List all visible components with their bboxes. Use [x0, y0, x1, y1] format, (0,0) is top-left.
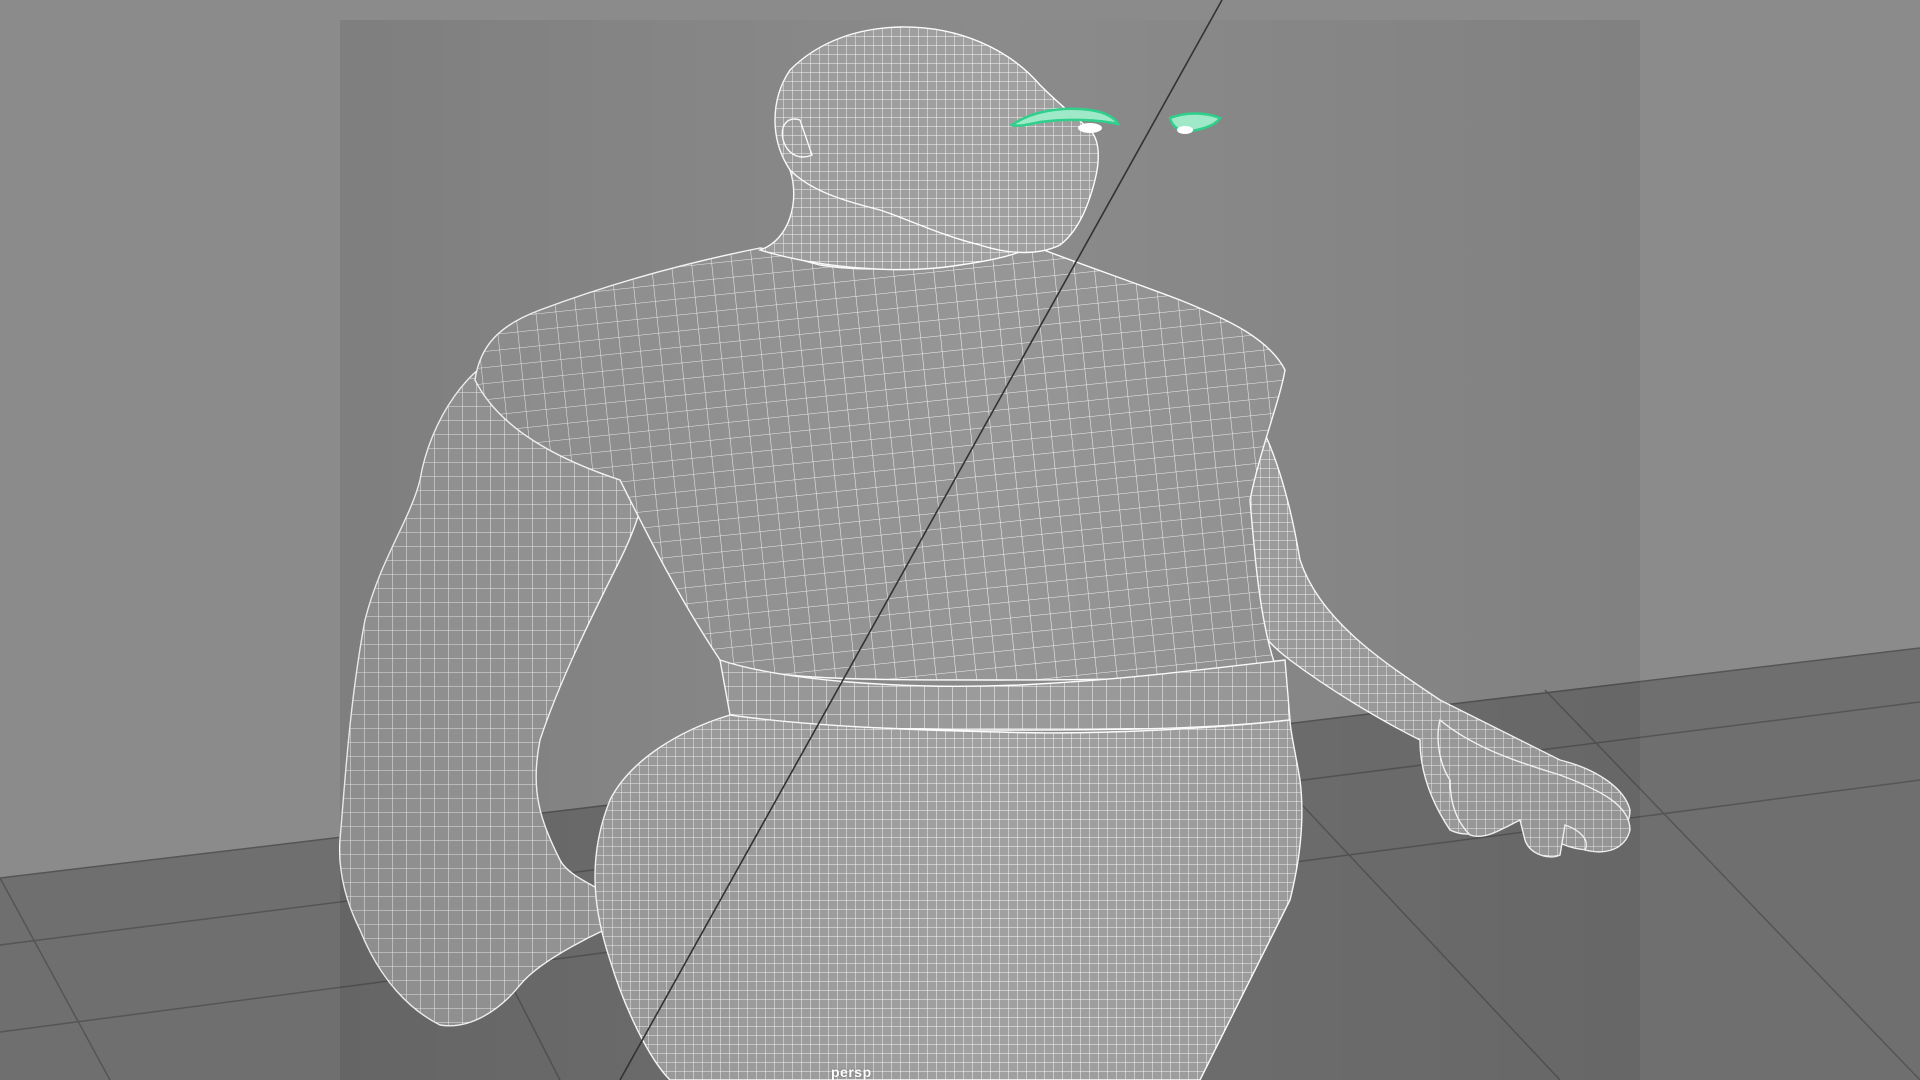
- camera-name-label: persp: [831, 1064, 872, 1080]
- maya-perspective-viewport[interactable]: persp: [0, 0, 1920, 1080]
- mesh-shading: [340, 20, 1640, 1080]
- mesh-eye-right: [1177, 126, 1193, 134]
- mesh-eye-left: [1078, 123, 1102, 133]
- viewport-canvas[interactable]: [0, 0, 1920, 1080]
